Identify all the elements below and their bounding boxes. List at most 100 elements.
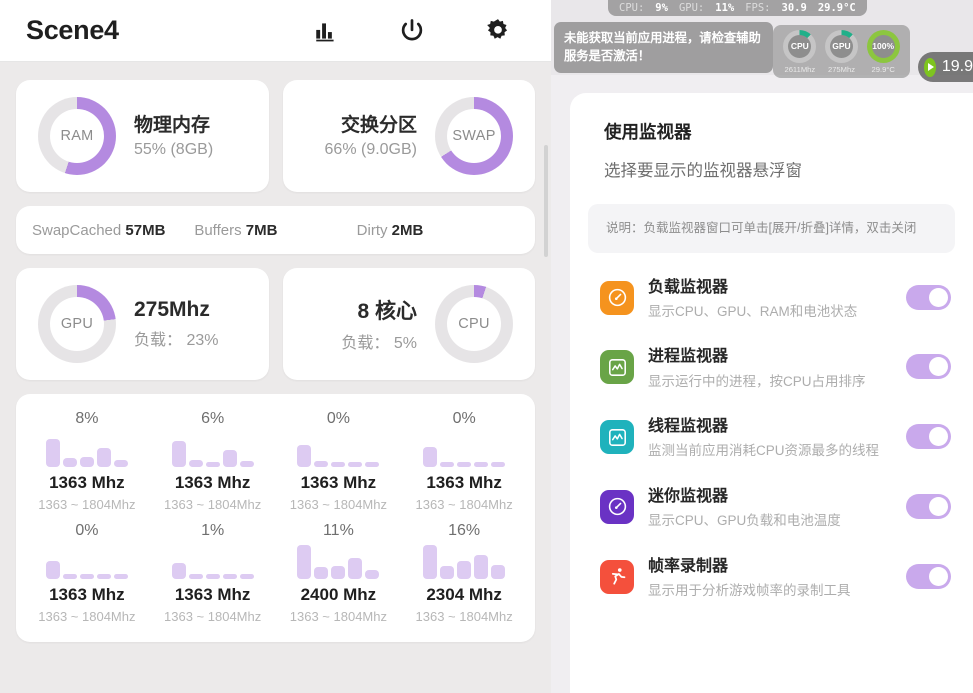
power-icon[interactable] xyxy=(397,16,427,46)
monitor-item-name: 帧率录制器 xyxy=(648,557,896,576)
gpu-text: 275Mhz 负载： 23% xyxy=(116,298,236,350)
core-bar xyxy=(297,445,311,467)
gpu-card[interactable]: GPU 275Mhz 负载： 23% xyxy=(16,268,269,380)
swap-card[interactable]: 交换分区 66% (9.0GB) SWAP xyxy=(283,80,536,192)
stat-buffers: Buffers 7MB xyxy=(194,222,356,239)
gauge-icon xyxy=(600,490,634,524)
core-bar xyxy=(457,462,471,467)
core-bar xyxy=(348,462,362,467)
core-bar xyxy=(97,574,111,579)
ram-card[interactable]: RAM 物理内存 55% (8GB) xyxy=(16,80,269,192)
fps-recorder-badge[interactable]: 19.9 xyxy=(918,52,973,82)
core-load-percent: 0% xyxy=(401,408,527,430)
core-bar xyxy=(331,462,345,467)
mini-monitor-value: 2611Mhz xyxy=(779,65,821,74)
fps-badge-value: 19.9 xyxy=(942,58,973,76)
core-frequency: 1363 Mhz xyxy=(276,473,402,493)
core-load-percent: 6% xyxy=(150,408,276,430)
cpu-core-3: 0% 1363 Mhz 1363 ~ 1804Mhz xyxy=(401,408,527,520)
stat-value: 7MB xyxy=(246,222,278,239)
core-bar xyxy=(114,460,128,467)
core-bar xyxy=(206,574,220,579)
memory-cards-row: RAM 物理内存 55% (8GB) 交换分区 66% (9.0GB) SWAP xyxy=(16,80,535,192)
core-bar xyxy=(172,441,186,467)
core-bar xyxy=(97,448,111,467)
core-history-bars xyxy=(24,545,150,579)
core-frequency-range: 1363 ~ 1804Mhz xyxy=(150,497,276,512)
cpu-card[interactable]: 8 核心 负载： 5% CPU xyxy=(283,268,536,380)
sheet-note: 说明：负载监视器窗口可单击[展开/折叠]详情，双击关闭 xyxy=(588,204,955,253)
play-icon[interactable] xyxy=(924,58,936,77)
core-bar xyxy=(314,567,328,579)
hud-cpu-value: 9% xyxy=(655,2,668,14)
gpu-ring: GPU xyxy=(38,285,116,363)
monitor-list-item[interactable]: 线程监视器 监测当前应用消耗CPU资源最多的线程 xyxy=(570,404,973,474)
overlay-settings-pane: CPU:9% GPU:11% FPS:30.9 29.9°C 未能获取当前应用进… xyxy=(551,0,973,693)
ram-ring: RAM xyxy=(38,97,116,175)
stat-label: Dirty xyxy=(357,222,388,239)
mini-monitor-ring-label: 100% xyxy=(872,35,895,58)
core-history-bars xyxy=(150,433,276,467)
cpu-core-6: 11% 2400 Mhz 1363 ~ 1804Mhz xyxy=(276,520,402,632)
cpu-core-7: 16% 2304 Mhz 1363 ~ 1804Mhz xyxy=(401,520,527,632)
vertical-scrollbar[interactable] xyxy=(544,145,548,257)
stat-label: Buffers xyxy=(194,222,241,239)
core-history-bars xyxy=(150,545,276,579)
ram-ring-label: RAM xyxy=(50,109,104,163)
core-frequency-range: 1363 ~ 1804Mhz xyxy=(24,609,150,624)
monitor-item-toggle[interactable] xyxy=(906,285,951,310)
monitor-item-desc: 显示CPU、GPU、RAM和电池状态 xyxy=(648,302,896,322)
core-frequency-range: 1363 ~ 1804Mhz xyxy=(150,609,276,624)
stat-dirty: Dirty 2MB xyxy=(357,222,519,239)
core-bar xyxy=(331,566,345,579)
core-bar xyxy=(172,563,186,579)
cpu-core-5: 1% 1363 Mhz 1363 ~ 1804Mhz xyxy=(150,520,276,632)
core-bar xyxy=(365,462,379,467)
monitor-item-texts: 进程监视器 显示运行中的进程，按CPU占用排序 xyxy=(634,347,906,391)
bar-chart-icon[interactable] xyxy=(311,16,341,46)
monitor-item-name: 迷你监视器 xyxy=(648,487,896,506)
runner-icon xyxy=(600,560,634,594)
memory-stats-card: SwapCached 57MB Buffers 7MB Dirty 2MB xyxy=(16,206,535,254)
monitor-item-name: 进程监视器 xyxy=(648,347,896,366)
monitor-item-toggle[interactable] xyxy=(906,564,951,589)
monitor-item-toggle[interactable] xyxy=(906,424,951,449)
stat-value: 2MB xyxy=(392,222,424,239)
monitor-item-texts: 负载监视器 显示CPU、GPU、RAM和电池状态 xyxy=(634,278,906,322)
core-bar xyxy=(189,460,203,467)
core-bar xyxy=(223,450,237,467)
core-bar xyxy=(365,570,379,579)
cpu-text: 8 核心 负载： 5% xyxy=(323,295,435,353)
monitor-item-toggle[interactable] xyxy=(906,494,951,519)
core-frequency: 2304 Mhz xyxy=(401,585,527,605)
monitor-item-toggle[interactable] xyxy=(906,354,951,379)
monitor-list-item[interactable]: 负载监视器 显示CPU、GPU、RAM和电池状态 xyxy=(570,265,973,335)
monitor-list-item[interactable]: 进程监视器 显示运行中的进程，按CPU占用排序 xyxy=(570,334,973,404)
ram-sub: 55% (8GB) xyxy=(134,141,213,159)
ram-text: 物理内存 55% (8GB) xyxy=(116,113,231,160)
cpu-main: 8 核心 xyxy=(341,295,417,325)
gauge-icon xyxy=(600,281,634,315)
core-bar xyxy=(423,447,437,467)
ram-title: 物理内存 xyxy=(134,113,213,139)
sheet-subtitle: 选择要显示的监视器悬浮窗 xyxy=(570,157,973,181)
hud-fps-label: FPS: xyxy=(745,2,770,14)
gear-icon[interactable] xyxy=(483,16,513,46)
core-frequency-range: 1363 ~ 1804Mhz xyxy=(401,497,527,512)
monitor-list-item[interactable]: 迷你监视器 显示CPU、GPU负载和电池温度 xyxy=(570,474,973,544)
toast-message: 未能获取当前应用进程，请检查辅助服务是否激活！ xyxy=(554,22,773,73)
core-frequency: 1363 Mhz xyxy=(401,473,527,493)
mini-monitor-ring: CPU xyxy=(783,30,816,63)
core-frequency-range: 1363 ~ 1804Mhz xyxy=(276,497,402,512)
swap-ring: SWAP xyxy=(435,97,513,175)
core-frequency: 1363 Mhz xyxy=(24,473,150,493)
hud-gpu-label: GPU: xyxy=(679,2,704,14)
monitor-app-pane: Scene4 xyxy=(0,0,551,693)
mini-monitor-ring: GPU xyxy=(825,30,858,63)
core-bar xyxy=(114,574,128,579)
mini-monitor-widget[interactable]: CPU 2611Mhz GPU 275Mhz 100% 29.9°C xyxy=(773,25,910,78)
gpu-ring-label: GPU xyxy=(50,297,104,351)
page-title: Scene4 xyxy=(26,15,119,46)
hud-overlay-bar: CPU:9% GPU:11% FPS:30.9 29.9°C xyxy=(608,0,867,16)
monitor-list-item[interactable]: 帧率录制器 显示用于分析游戏帧率的录制工具 xyxy=(570,544,973,614)
